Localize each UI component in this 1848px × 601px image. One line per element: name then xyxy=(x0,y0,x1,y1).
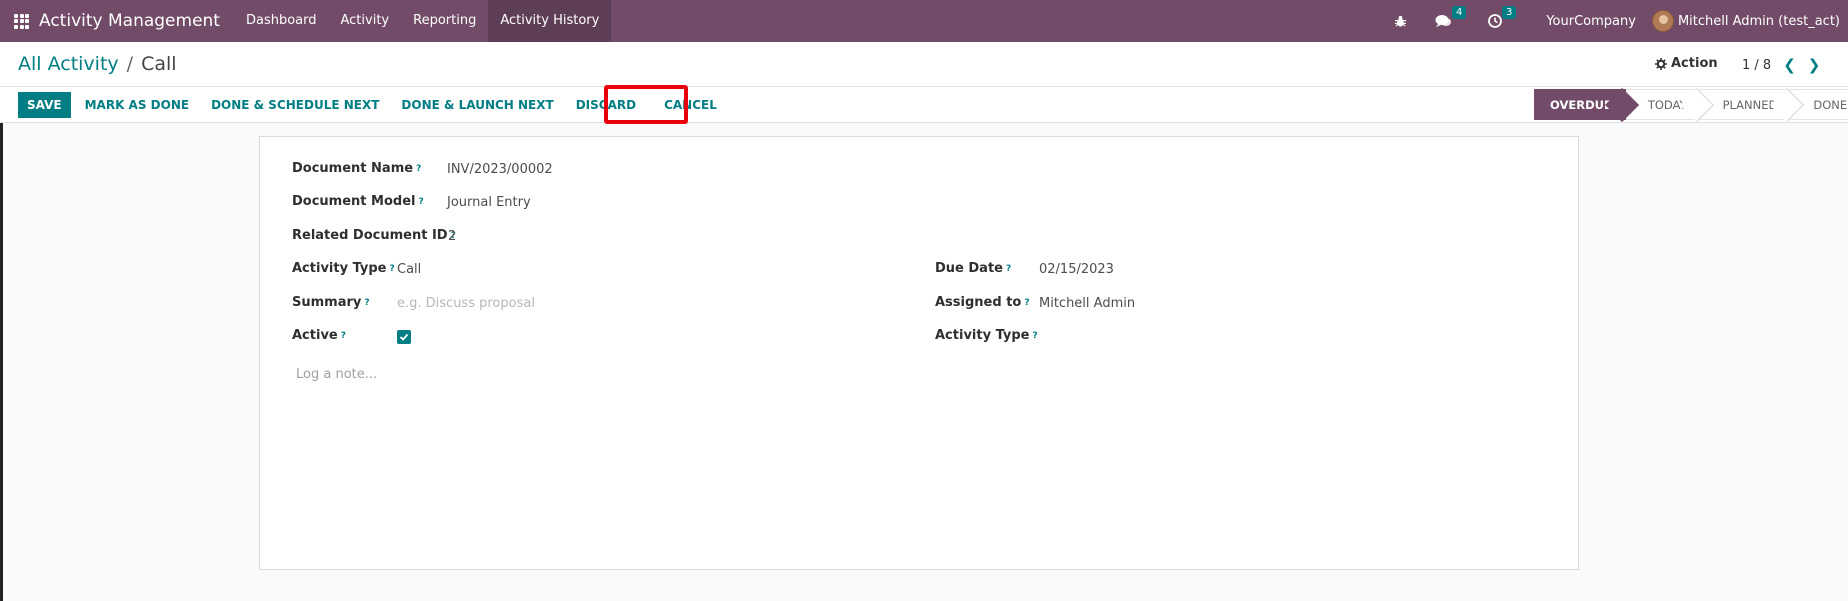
mark-as-done-button[interactable]: MARK AS DONE xyxy=(74,92,200,118)
save-button[interactable]: SAVE xyxy=(18,92,71,118)
assigned-to-label-group: Assigned to? xyxy=(935,295,1030,310)
apps-grid-icon[interactable] xyxy=(14,13,29,29)
breadcrumb-current: Call xyxy=(141,53,177,75)
activity-type-2-label-group: Activity Type? xyxy=(935,328,1038,343)
chevron-right-icon[interactable]: ❯ xyxy=(1808,56,1821,74)
nav-reporting[interactable]: Reporting xyxy=(401,0,488,42)
cancel-highlight xyxy=(604,85,688,124)
active-label-group: Active? xyxy=(292,328,346,343)
messages-badge: 4 xyxy=(1451,6,1467,19)
active-label: Active xyxy=(292,328,338,343)
related-id-label: Related Document ID xyxy=(292,228,448,243)
nav-activity-history[interactable]: Activity History xyxy=(488,0,612,42)
document-model-label: Document Model xyxy=(292,194,416,209)
breadcrumb-parent[interactable]: All Activity xyxy=(18,53,119,75)
form-sheet: Document Name? INV/2023/00002 Document M… xyxy=(259,136,1579,570)
summary-label: Summary xyxy=(292,295,362,310)
pager: 1 / 8 ❮ ❯ xyxy=(1742,56,1820,74)
activities-badge: 3 xyxy=(1501,6,1517,19)
activity-type-label: Activity Type xyxy=(292,261,387,276)
action-button[interactable]: Action xyxy=(1655,56,1718,71)
summary-input[interactable]: e.g. Discuss proposal xyxy=(397,296,535,311)
done-schedule-next-button[interactable]: DONE & SCHEDULE NEXT xyxy=(200,92,390,118)
help-icon[interactable]: ? xyxy=(419,197,424,207)
gear-icon xyxy=(1655,57,1667,70)
assigned-to-field[interactable]: Mitchell Admin xyxy=(1039,296,1135,311)
user-menu[interactable]: Mitchell Admin (test_act) xyxy=(1651,10,1840,32)
related-id-value: 2 xyxy=(448,229,457,244)
due-date-label-group: Due Date? xyxy=(935,261,1011,276)
help-icon[interactable]: ? xyxy=(416,164,421,174)
due-date-field[interactable]: 02/15/2023 xyxy=(1039,262,1114,277)
company-switcher[interactable]: YourCompany xyxy=(1546,14,1636,29)
breadcrumb-separator: / xyxy=(126,53,134,75)
action-label: Action xyxy=(1671,56,1718,71)
bug-icon[interactable] xyxy=(1394,15,1407,28)
document-model-value: Journal Entry xyxy=(447,195,531,210)
control-panel: All Activity / Call Action 1 / 8 ❮ ❯ SAV… xyxy=(0,42,1848,123)
note-editor[interactable]: Log a note... xyxy=(296,367,377,382)
active-checkbox[interactable] xyxy=(397,330,411,344)
chevron-left-icon[interactable]: ❮ xyxy=(1783,56,1796,74)
status-bar: OVERDUE TODAY PLANNED DONE xyxy=(1534,89,1848,120)
top-navbar: Activity Management Dashboard Activity R… xyxy=(0,0,1848,42)
systray: 4 3 YourCompany Mitchell Admin (test_act… xyxy=(1382,0,1848,42)
stage-overdue[interactable]: OVERDUE xyxy=(1534,89,1626,120)
activity-type-field[interactable]: Call xyxy=(397,262,421,277)
help-icon[interactable]: ? xyxy=(390,264,395,274)
avatar xyxy=(1651,10,1674,32)
nav-dashboard[interactable]: Dashboard xyxy=(234,0,329,42)
app-brand[interactable]: Activity Management xyxy=(39,11,220,31)
help-icon[interactable]: ? xyxy=(364,298,369,308)
help-icon[interactable]: ? xyxy=(1024,298,1029,308)
help-icon[interactable]: ? xyxy=(1006,264,1011,274)
help-icon[interactable]: ? xyxy=(1033,331,1038,341)
activity-type-2-label: Activity Type xyxy=(935,328,1030,343)
screen-edge xyxy=(0,123,3,601)
breadcrumb: All Activity / Call xyxy=(18,53,177,75)
chat-icon[interactable]: 4 xyxy=(1435,6,1467,28)
due-date-label: Due Date xyxy=(935,261,1003,276)
summary-label-group: Summary? xyxy=(292,295,370,310)
related-id-label-group: Related Document ID? xyxy=(292,228,456,243)
done-launch-next-button[interactable]: DONE & LAUNCH NEXT xyxy=(390,92,564,118)
nav-activity[interactable]: Activity xyxy=(329,0,402,42)
document-model-label-group: Document Model? xyxy=(292,194,424,209)
user-name: Mitchell Admin (test_act) xyxy=(1677,13,1840,29)
divider xyxy=(0,86,1848,87)
document-name-label-group: Document Name? xyxy=(292,161,421,176)
pager-value[interactable]: 1 / 8 xyxy=(1742,58,1771,73)
checkmark-icon xyxy=(399,333,409,341)
help-icon[interactable]: ? xyxy=(341,331,346,341)
assigned-to-label: Assigned to xyxy=(935,295,1022,310)
clock-icon[interactable]: 3 xyxy=(1488,6,1517,28)
activity-type-label-group: Activity Type? xyxy=(292,261,395,276)
document-name-value: INV/2023/00002 xyxy=(447,162,553,177)
document-name-label: Document Name xyxy=(292,161,414,176)
